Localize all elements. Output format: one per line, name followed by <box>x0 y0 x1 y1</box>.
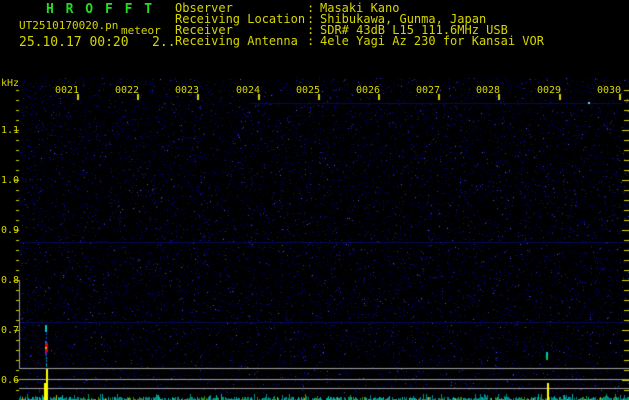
info-label: Receiving Antenna <box>175 36 298 47</box>
freq-axis-unit: kHz <box>1 78 19 89</box>
freq-tick-label: 1.0 <box>1 175 17 186</box>
freq-tick-label: 1.1 <box>1 125 17 136</box>
time-tick-label: 0021 <box>55 85 79 96</box>
info-row-location: Receiving Location : Shibukawa, Gunma, J… <box>0 14 629 25</box>
spectrogram-canvas <box>0 0 629 400</box>
info-row-observer: Observer : Masaki Kano <box>0 3 629 14</box>
freq-tick-label: 0.8 <box>1 275 17 286</box>
freq-tick-label: 0.7 <box>1 325 17 336</box>
time-tick-label: 0024 <box>236 85 260 96</box>
time-tick-label: 0025 <box>296 85 320 96</box>
time-tick-label: 0029 <box>537 85 561 96</box>
time-tick-label: 0030 <box>597 85 621 96</box>
time-tick-label: 0026 <box>356 85 380 96</box>
freq-tick-label: 0.9 <box>1 225 17 236</box>
time-tick-label: 0023 <box>175 85 199 96</box>
info-colon: : <box>307 36 314 47</box>
time-tick-label: 0028 <box>476 85 500 96</box>
time-tick-label: 0027 <box>416 85 440 96</box>
freq-tick-label: 0.6 <box>1 375 17 386</box>
time-tick-label: 0022 <box>115 85 139 96</box>
info-value: 4ele Yagi Az 230 for Kansai VOR <box>320 36 544 47</box>
info-row-antenna: Receiving Antenna : 4ele Yagi Az 230 for… <box>0 36 629 47</box>
hrofft-screen: H R O F F T UT2510170020.pn meteor 25.10… <box>0 0 629 400</box>
